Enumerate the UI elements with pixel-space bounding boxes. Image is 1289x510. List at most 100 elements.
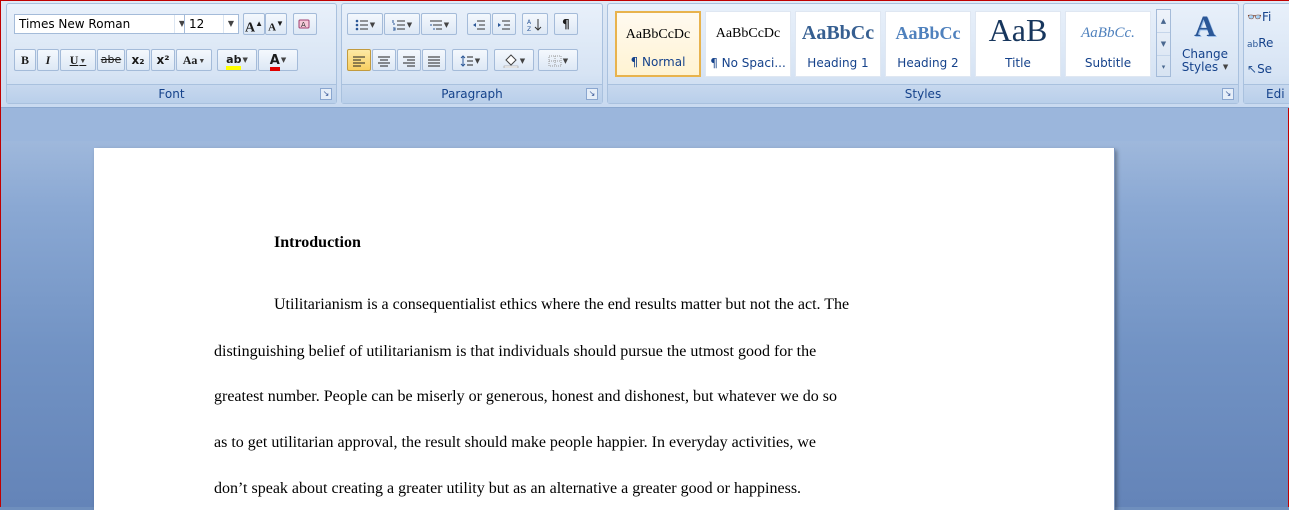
grow-font-label: A bbox=[244, 20, 256, 36]
clear-formatting-button[interactable]: A bbox=[293, 13, 317, 35]
superscript-button[interactable]: x² bbox=[151, 49, 175, 71]
sort-icon: AZ bbox=[527, 18, 542, 33]
shrink-font-label: A bbox=[268, 21, 277, 34]
align-center-icon bbox=[378, 56, 390, 66]
svg-text:Z: Z bbox=[527, 26, 531, 32]
styles-group-label-text: Styles bbox=[904, 87, 942, 101]
replace-button[interactable]: abRe bbox=[1246, 32, 1289, 54]
scroll-down-icon[interactable]: ▼ bbox=[1157, 33, 1170, 56]
chevron-down-icon[interactable]: ▼ bbox=[563, 57, 568, 65]
document-page[interactable]: Introduction Utilitarianism is a consequ… bbox=[94, 148, 1115, 510]
styles-dialog-launcher-icon[interactable]: ↘ bbox=[1222, 88, 1234, 100]
change-styles-icon: A bbox=[1194, 10, 1216, 43]
font-size-combo[interactable]: 12 ▼ bbox=[184, 14, 239, 34]
style-tile-normal[interactable]: AaBbCcDc ¶ Normal bbox=[615, 11, 701, 77]
document-line[interactable]: as to get utilitarian approval, the resu… bbox=[214, 434, 816, 452]
select-button[interactable]: ↖Se bbox=[1246, 58, 1289, 80]
style-tile-heading-2[interactable]: AaBbCc Heading 2 bbox=[885, 11, 971, 77]
chevron-down-icon[interactable]: ▼ bbox=[198, 57, 205, 65]
editing-group-label: Edi bbox=[1244, 84, 1289, 103]
document-line[interactable]: don’t speak about creating a greater uti… bbox=[214, 480, 801, 498]
cursor-arrow-icon: ↖ bbox=[1247, 62, 1258, 76]
svg-text:A: A bbox=[527, 19, 532, 26]
paragraph-group-label-text: Paragraph bbox=[441, 87, 503, 101]
document-heading[interactable]: Introduction bbox=[274, 234, 361, 252]
change-case-button[interactable]: Aa▼ bbox=[176, 49, 212, 71]
paragraph-dialog-launcher-icon[interactable]: ↘ bbox=[586, 88, 598, 100]
chevron-down-icon[interactable]: ▼ bbox=[370, 21, 375, 29]
superscript-label: x² bbox=[156, 53, 170, 67]
paint-bucket-icon bbox=[503, 53, 519, 68]
highlight-button[interactable]: ab▼ bbox=[217, 49, 257, 71]
sort-button[interactable]: AZ bbox=[522, 13, 548, 35]
line-spacing-button[interactable]: ▼ bbox=[452, 49, 488, 71]
justify-button[interactable] bbox=[422, 49, 446, 71]
chevron-down-icon[interactable]: ▼ bbox=[242, 56, 247, 64]
grow-font-button[interactable]: A▲ bbox=[243, 13, 265, 36]
justify-icon bbox=[428, 56, 440, 66]
styles-group-label: Styles bbox=[608, 84, 1238, 103]
align-right-icon bbox=[403, 56, 415, 66]
style-name: Subtitle bbox=[1084, 56, 1132, 70]
style-sample: AaBbCc bbox=[801, 22, 875, 44]
replace-label: Re bbox=[1258, 36, 1274, 50]
document-area[interactable]: Introduction Utilitarianism is a consequ… bbox=[1, 108, 1288, 510]
document-line[interactable]: greatest number. People can be miserly o… bbox=[214, 388, 837, 406]
font-color-icon: A bbox=[269, 54, 280, 71]
borders-icon bbox=[548, 55, 562, 66]
italic-button[interactable]: I bbox=[37, 49, 59, 71]
paragraph-group: ▼ ▼ ▼ AZ ¶ ▼ ▼ ▼ Paragraph ↘ bbox=[341, 3, 603, 104]
strikethrough-button[interactable]: abe bbox=[97, 49, 125, 71]
style-sample: AaBbCcDc bbox=[715, 26, 781, 41]
styles-gallery-scroll[interactable]: ▲ ▼ ▾ bbox=[1156, 9, 1171, 77]
document-line[interactable]: distinguishing belief of utilitarianism … bbox=[214, 343, 816, 361]
style-tile-no-spacing[interactable]: AaBbCcDc ¶ No Spaci... bbox=[705, 11, 791, 77]
font-color-button[interactable]: A▼ bbox=[258, 49, 298, 71]
style-sample: AaBbCc bbox=[895, 23, 961, 43]
style-sample: AaB bbox=[988, 12, 1048, 48]
shading-button[interactable]: ▼ bbox=[494, 49, 534, 71]
svg-text:A: A bbox=[301, 21, 306, 29]
bold-label: B bbox=[20, 53, 29, 67]
chevron-down-icon[interactable]: ▼ bbox=[79, 57, 86, 65]
paragraph-group-label: Paragraph bbox=[342, 84, 602, 103]
shrink-font-button[interactable]: A▼ bbox=[265, 13, 287, 35]
decrease-indent-icon bbox=[473, 20, 485, 29]
show-hide-button[interactable]: ¶ bbox=[554, 13, 578, 35]
style-tile-title[interactable]: AaB Title bbox=[975, 11, 1061, 77]
underline-button[interactable]: U▼ bbox=[60, 49, 96, 71]
style-tile-subtitle[interactable]: AaBbCc. Subtitle bbox=[1065, 11, 1151, 77]
chevron-down-icon[interactable]: ▼ bbox=[444, 21, 449, 29]
change-styles-label-2: Styles ▼ bbox=[1176, 61, 1234, 74]
numbering-button[interactable]: ▼ bbox=[384, 13, 420, 35]
align-left-button[interactable] bbox=[347, 49, 371, 71]
gallery-more-icon[interactable]: ▾ bbox=[1157, 56, 1170, 78]
font-name-combo[interactable]: Times New Roman ▼ bbox=[14, 14, 190, 34]
style-sample: AaBbCc. bbox=[1081, 25, 1135, 41]
multilevel-list-button[interactable]: ▼ bbox=[421, 13, 457, 35]
align-left-icon bbox=[353, 56, 365, 66]
chevron-down-icon[interactable]: ▼ bbox=[520, 57, 525, 65]
chevron-down-icon[interactable]: ▼ bbox=[407, 21, 412, 29]
style-tile-heading-1[interactable]: AaBbCc Heading 1 bbox=[795, 11, 881, 77]
style-name: Heading 2 bbox=[897, 56, 959, 70]
chevron-down-icon[interactable]: ▼ bbox=[475, 57, 480, 65]
bullets-button[interactable]: ▼ bbox=[347, 13, 383, 35]
font-size-value: 12 bbox=[189, 17, 205, 31]
bold-button[interactable]: B bbox=[14, 49, 36, 71]
align-center-button[interactable] bbox=[372, 49, 396, 71]
decrease-indent-button[interactable] bbox=[467, 13, 491, 35]
chevron-down-icon[interactable]: ▼ bbox=[281, 56, 286, 64]
increase-indent-button[interactable] bbox=[492, 13, 516, 35]
font-dialog-launcher-icon[interactable]: ↘ bbox=[320, 88, 332, 100]
document-line[interactable]: Utilitarianism is a consequentialist eth… bbox=[274, 296, 1092, 314]
subscript-button[interactable]: x₂ bbox=[126, 49, 150, 71]
change-styles-button[interactable]: A Change Styles ▼ bbox=[1175, 5, 1235, 83]
underline-label: U bbox=[69, 53, 79, 67]
find-button[interactable]: 👓Fi bbox=[1246, 6, 1289, 28]
borders-button[interactable]: ▼ bbox=[538, 49, 578, 71]
align-right-button[interactable] bbox=[397, 49, 421, 71]
scroll-up-icon[interactable]: ▲ bbox=[1157, 10, 1170, 33]
multilevel-list-icon bbox=[429, 20, 442, 29]
chevron-down-icon[interactable]: ▼ bbox=[223, 15, 238, 33]
